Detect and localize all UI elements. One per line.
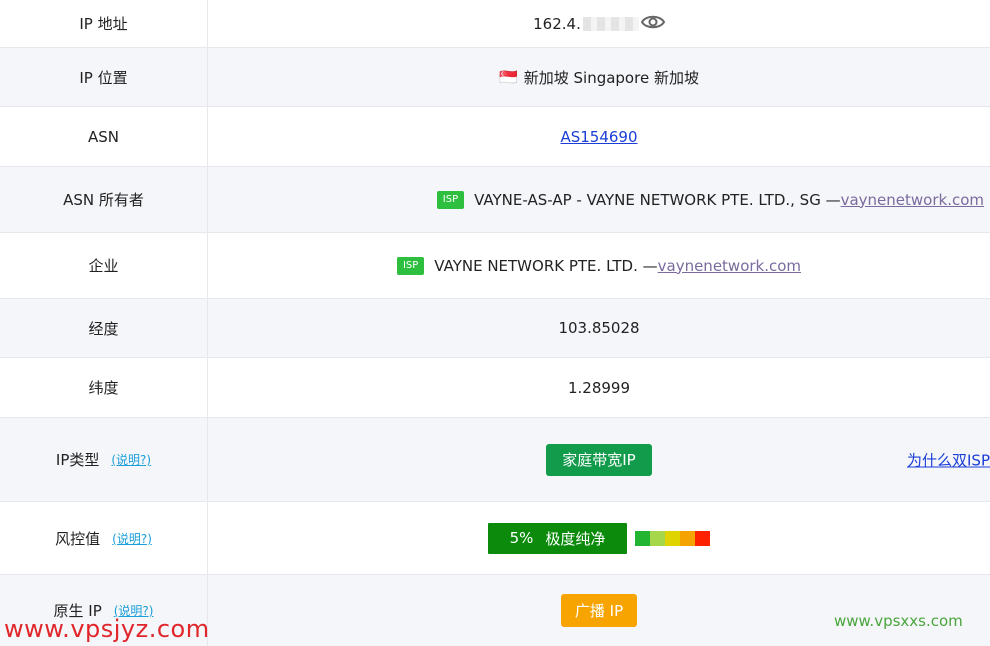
ip-type-badge: 家庭带宽IP <box>546 443 652 476</box>
eye-icon[interactable] <box>640 14 666 34</box>
value-risk: 5% 极度纯净 <box>208 502 990 574</box>
value-company: ISP VAYNE NETWORK PTE. LTD. — vaynenetwo… <box>208 233 990 298</box>
row-asn-owner: ASN 所有者 ISP VAYNE-AS-AP - VAYNE NETWORK … <box>0 167 990 233</box>
label-asn: ASN <box>0 107 208 166</box>
why-dual-isp-link[interactable]: 为什么双ISP <box>907 449 990 470</box>
company-website-link[interactable]: vaynenetwork.com <box>658 257 801 275</box>
risk-scale-step <box>695 530 711 546</box>
ip-address-masked <box>582 16 639 31</box>
label-company: 企业 <box>0 233 208 298</box>
label-risk: 风控值 (说明?) <box>0 502 208 574</box>
value-longitude: 103.85028 <box>558 319 640 337</box>
label-ip-location: IP 位置 <box>0 48 208 106</box>
ip-type-help-link[interactable]: (说明?) <box>111 451 151 468</box>
risk-score-badge: 5% 极度纯净 <box>487 522 628 554</box>
label-latitude: 纬度 <box>0 358 208 417</box>
risk-scale-step <box>665 530 681 546</box>
label-asn-owner: ASN 所有者 <box>0 167 208 232</box>
value-latitude: 1.28999 <box>567 378 631 397</box>
watermark-right: www.vpsxxs.com <box>834 612 963 630</box>
row-risk: 风控值 (说明?) 5% 极度纯净 <box>0 502 990 575</box>
native-ip-badge: 广播 IP <box>560 594 638 627</box>
label-ip-type: IP类型 (说明?) <box>0 418 208 501</box>
ip-type-label: IP类型 <box>55 451 100 469</box>
risk-percent: 5% <box>509 529 534 547</box>
value-asn-owner: ISP VAYNE-AS-AP - VAYNE NETWORK PTE. LTD… <box>208 167 990 232</box>
row-company: 企业 ISP VAYNE NETWORK PTE. LTD. — vaynene… <box>0 233 990 299</box>
row-ip-location: IP 位置 🇸🇬 新加坡 Singapore 新加坡 <box>0 48 990 107</box>
row-latitude: 纬度 1.28999 <box>0 358 990 418</box>
value-ip-type: 家庭带宽IP 为什么双ISP <box>208 418 990 501</box>
risk-scale-step <box>635 530 651 546</box>
row-asn: ASN AS154690 <box>0 107 990 167</box>
row-ip-type: IP类型 (说明?) 家庭带宽IP 为什么双ISP <box>0 418 990 502</box>
risk-indicator: 5% 极度纯净 <box>487 522 711 554</box>
singapore-flag-icon: 🇸🇬 <box>499 68 518 86</box>
label-ip-address: IP 地址 <box>0 0 208 47</box>
row-ip-address: IP 地址 162.4. <box>0 0 990 48</box>
risk-level-text: 极度纯净 <box>545 529 606 548</box>
asn-owner-text: VAYNE-AS-AP - VAYNE NETWORK PTE. LTD., S… <box>474 190 841 209</box>
risk-label: 风控值 <box>55 529 101 548</box>
risk-help-link[interactable]: (说明?) <box>112 530 152 547</box>
ip-address-text: 162.4. <box>533 14 581 33</box>
risk-scale-step <box>650 530 666 546</box>
asn-owner-website-link[interactable]: vaynenetwork.com <box>841 191 984 209</box>
risk-scale-step <box>680 530 696 546</box>
value-ip-location: 🇸🇬 新加坡 Singapore 新加坡 <box>208 48 990 106</box>
risk-color-scale <box>635 530 711 546</box>
label-longitude: 经度 <box>0 299 208 357</box>
value-asn: AS154690 <box>208 107 990 166</box>
value-ip-address: 162.4. <box>208 0 990 47</box>
row-longitude: 经度 103.85028 <box>0 299 990 358</box>
value-native-ip: 广播 IP <box>208 575 990 646</box>
isp-badge: ISP <box>396 256 425 275</box>
asn-link[interactable]: AS154690 <box>560 128 637 146</box>
company-text: VAYNE NETWORK PTE. LTD. — <box>434 256 658 275</box>
watermark-left: www.vpsjyz.com <box>4 615 210 643</box>
ip-location-text: 新加坡 Singapore 新加坡 <box>523 68 699 87</box>
isp-badge: ISP <box>436 190 465 209</box>
ip-info-table: IP 地址 162.4. IP 位置 🇸🇬 新加坡 Singapore 新加坡 … <box>0 0 990 646</box>
